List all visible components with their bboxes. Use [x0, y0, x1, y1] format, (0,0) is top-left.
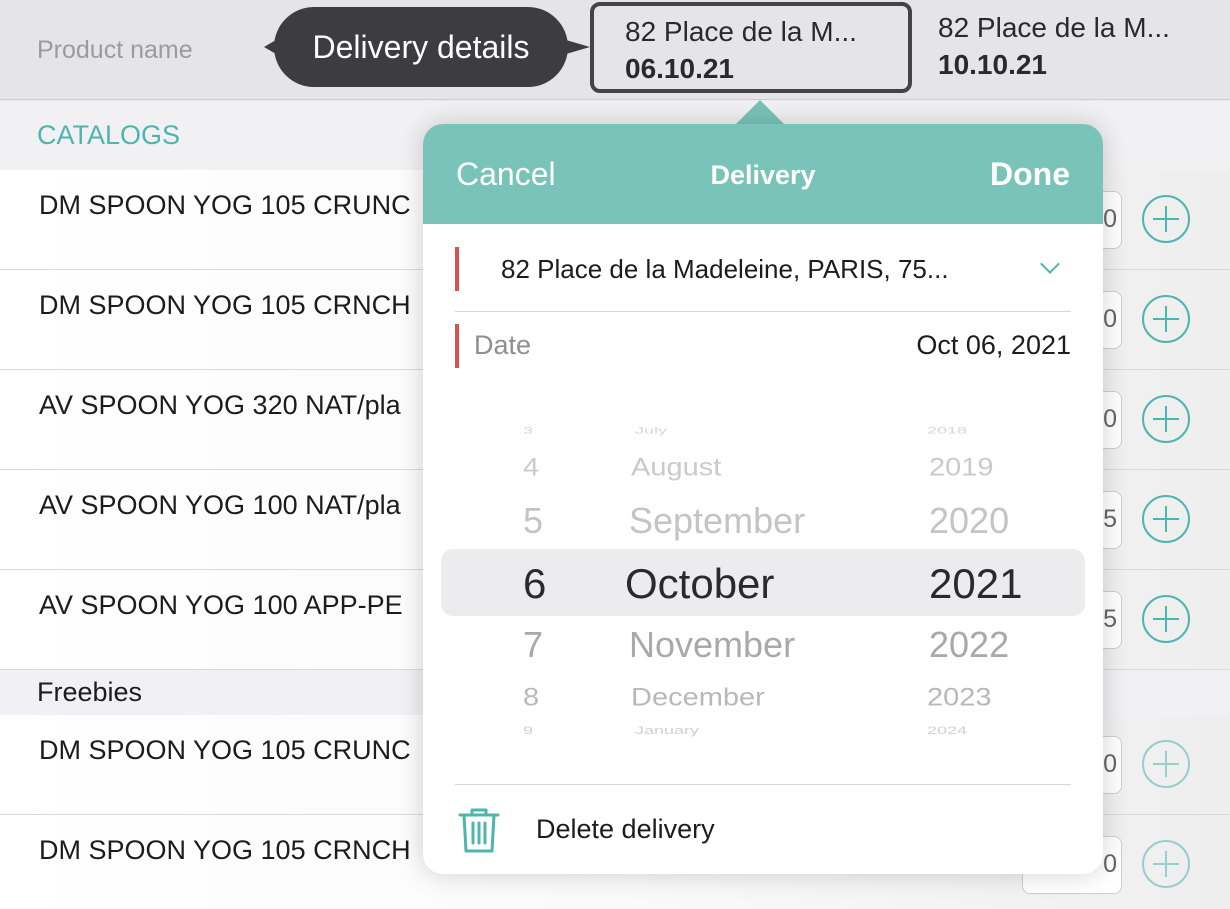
- picker-month-option: December: [631, 684, 765, 712]
- delivery-popover: Cancel Delivery Done 82 Place de la Made…: [423, 124, 1103, 874]
- picker-day-option: 7: [523, 624, 544, 665]
- product-name: DM SPOON YOG 105 CRUNC: [39, 735, 411, 765]
- product-name: DM SPOON YOG 105 CRNCH: [39, 835, 411, 865]
- chevron-down-icon: [1040, 254, 1060, 274]
- add-circle-icon[interactable]: [1142, 740, 1190, 788]
- picker-day-selected: 6: [523, 560, 547, 607]
- delivery-address: 82 Place de la M...: [625, 16, 857, 47]
- date-value: Oct 06, 2021: [916, 330, 1071, 360]
- picker-month-option: November: [629, 624, 796, 665]
- popover-arrow: [734, 100, 786, 126]
- picker-month-option: July: [635, 425, 668, 436]
- trash-icon: [458, 808, 500, 853]
- date-label: Date: [474, 330, 532, 360]
- product-name: AV SPOON YOG 320 NAT/pla: [39, 390, 401, 420]
- popover-header: Cancel Delivery Done: [423, 124, 1103, 224]
- divider: [455, 784, 1071, 785]
- product-name: DM SPOON YOG 105 CRUNC: [39, 190, 411, 220]
- delivery-date: 06.10.21: [625, 53, 734, 84]
- required-indicator: [455, 324, 459, 368]
- picker-year-selected: 2021: [929, 560, 1023, 607]
- picker-day-option: 3: [523, 425, 534, 436]
- date-field[interactable]: Date Oct 06, 2021: [455, 324, 1071, 368]
- add-circle-icon[interactable]: [1142, 395, 1190, 443]
- delivery-date: 10.10.21: [938, 49, 1047, 80]
- picker-month-option: January: [635, 724, 700, 737]
- picker-month-option: August: [631, 454, 722, 482]
- add-circle-icon[interactable]: [1142, 840, 1190, 888]
- delete-delivery-label: Delete delivery: [536, 814, 715, 844]
- picker-year-option: 2023: [927, 684, 992, 712]
- picker-day-option: 8: [523, 684, 540, 712]
- picker-year-option: 2024: [927, 724, 968, 737]
- picker-year-option: 2018: [927, 425, 968, 436]
- product-name-column-label: Product name: [37, 36, 193, 64]
- picker-year-column[interactable]: 2018 2019 2020 2021 2022 2023 2024: [901, 412, 1061, 752]
- product-name: DM SPOON YOG 105 CRNCH: [39, 290, 411, 320]
- address-select[interactable]: 82 Place de la Madeleine, PARIS, 75...: [455, 247, 1071, 312]
- picker-month-selected: October: [625, 560, 775, 607]
- required-indicator: [455, 247, 459, 291]
- done-button[interactable]: Done: [990, 156, 1070, 193]
- date-picker-wheel[interactable]: 3 4 5 6 7 8 9 July August September Octo…: [441, 412, 1085, 752]
- picker-day-option: 4: [523, 454, 540, 482]
- add-circle-icon[interactable]: [1142, 595, 1190, 643]
- picker-year-option: 2022: [929, 624, 1010, 665]
- add-circle-icon[interactable]: [1142, 295, 1190, 343]
- picker-day-column[interactable]: 3 4 5 6 7 8 9: [501, 412, 581, 752]
- product-name: AV SPOON YOG 100 APP-PE: [39, 590, 403, 620]
- address-value: 82 Place de la Madeleine, PARIS, 75...: [501, 254, 949, 284]
- picker-year-option: 2019: [929, 454, 994, 482]
- delete-delivery-button[interactable]: Delete delivery: [455, 802, 1071, 858]
- picker-day-option: 9: [523, 724, 534, 737]
- picker-month-column[interactable]: July August September October November D…: [621, 412, 881, 752]
- add-circle-icon[interactable]: [1142, 195, 1190, 243]
- picker-month-option: September: [629, 500, 806, 541]
- delivery-address: 82 Place de la M...: [938, 12, 1170, 43]
- order-header: Product name 82 Place de la M... 06.10.2…: [0, 0, 1230, 100]
- delivery-column-2[interactable]: 82 Place de la M... 10.10.21: [938, 12, 1230, 81]
- picker-year-option: 2020: [929, 500, 1010, 541]
- product-name: AV SPOON YOG 100 NAT/pla: [39, 490, 401, 520]
- delivery-column-1[interactable]: 82 Place de la M... 06.10.21: [590, 2, 912, 93]
- tooltip-text: Delivery details: [312, 28, 530, 65]
- add-circle-icon[interactable]: [1142, 495, 1190, 543]
- picker-day-option: 5: [523, 500, 544, 541]
- delivery-details-tooltip: Delivery details: [264, 7, 590, 87]
